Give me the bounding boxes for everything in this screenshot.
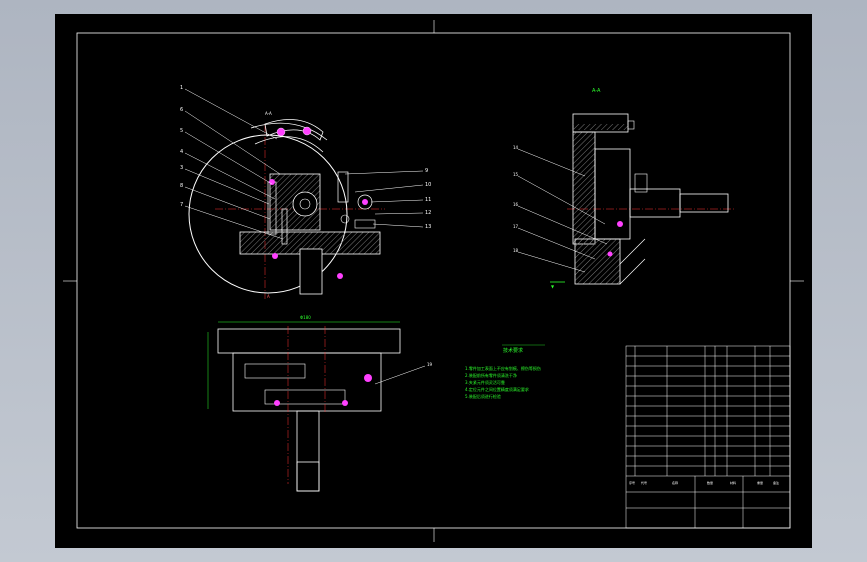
drawing-sheet[interactable]: A-A 1 6 5 4 3 8 7 9 10 11 12 13 A A-A 14… (55, 14, 812, 548)
side-view: A-A 1415 161718 ▼ (513, 88, 735, 289)
svg-text:3: 3 (180, 165, 183, 171)
svg-text:▼: ▼ (551, 284, 555, 289)
svg-text:名称: 名称 (672, 480, 678, 485)
svg-text:10: 10 (425, 182, 431, 188)
svg-text:Φ180: Φ180 (300, 315, 311, 320)
svg-text:18: 18 (513, 248, 519, 253)
svg-text:13: 13 (425, 224, 431, 230)
svg-text:9: 9 (425, 168, 428, 174)
title-block-text: 序号 代号 名称 数量 材料 重量 备注 (629, 480, 779, 485)
svg-text:7: 7 (180, 202, 183, 208)
top-view-body (232, 352, 382, 412)
svg-text:5: 5 (180, 128, 183, 134)
svg-text:17: 17 (513, 224, 519, 229)
tech-requirement-2: 2.装配前所有零件须清洗干净 (465, 373, 517, 378)
tech-requirement-5: 5.装配后须进行检验 (465, 394, 501, 399)
svg-text:8: 8 (180, 183, 183, 189)
svg-text:数量: 数量 (707, 480, 713, 485)
main-view: A-A 165 438 7 91011 1213 A (180, 85, 431, 299)
tech-requirements-title: 技术要求 (503, 348, 524, 354)
svg-text:材料: 材料 (730, 480, 736, 485)
cad-viewport[interactable]: A-A 1 6 5 4 3 8 7 9 10 11 12 13 A A-A 14… (0, 0, 867, 562)
svg-text:19: 19 (427, 362, 433, 367)
svg-text:A: A (267, 294, 270, 299)
svg-text:16: 16 (513, 202, 519, 207)
svg-text:代号: 代号 (641, 480, 647, 485)
svg-text:备注: 备注 (773, 480, 779, 485)
tech-requirement-1: 1.零件加工表面上不应有划痕、擦伤等损伤 (465, 366, 541, 371)
side-base (574, 238, 621, 285)
svg-text:重量: 重量 (757, 480, 763, 485)
top-view-shaft (296, 410, 320, 492)
svg-text:12: 12 (425, 210, 431, 216)
svg-text:6: 6 (180, 107, 183, 113)
drawing-border (76, 32, 791, 529)
side-cylinder (629, 188, 681, 218)
tech-requirement-4: 4.定位元件之间位置精度须满足要求 (465, 387, 529, 392)
top-view-plate (217, 328, 401, 354)
svg-text:15: 15 (513, 172, 519, 177)
svg-text:14: 14 (513, 145, 519, 150)
svg-text:11: 11 (425, 197, 431, 203)
svg-text:A-A: A-A (592, 88, 601, 94)
svg-text:序号: 序号 (629, 480, 635, 485)
svg-text:4: 4 (180, 149, 183, 155)
top-view: Φ180 19 (207, 315, 433, 492)
side-column (572, 131, 596, 245)
svg-text:1: 1 (180, 85, 183, 91)
drawing-canvas: A-A 165 438 7 91011 1213 A A-A 1415 1617… (63, 20, 804, 542)
title-block (625, 345, 791, 529)
tech-requirement-3: 3.夹紧元件须灵活可靠 (465, 380, 505, 385)
svg-text:A-A: A-A (265, 111, 272, 116)
